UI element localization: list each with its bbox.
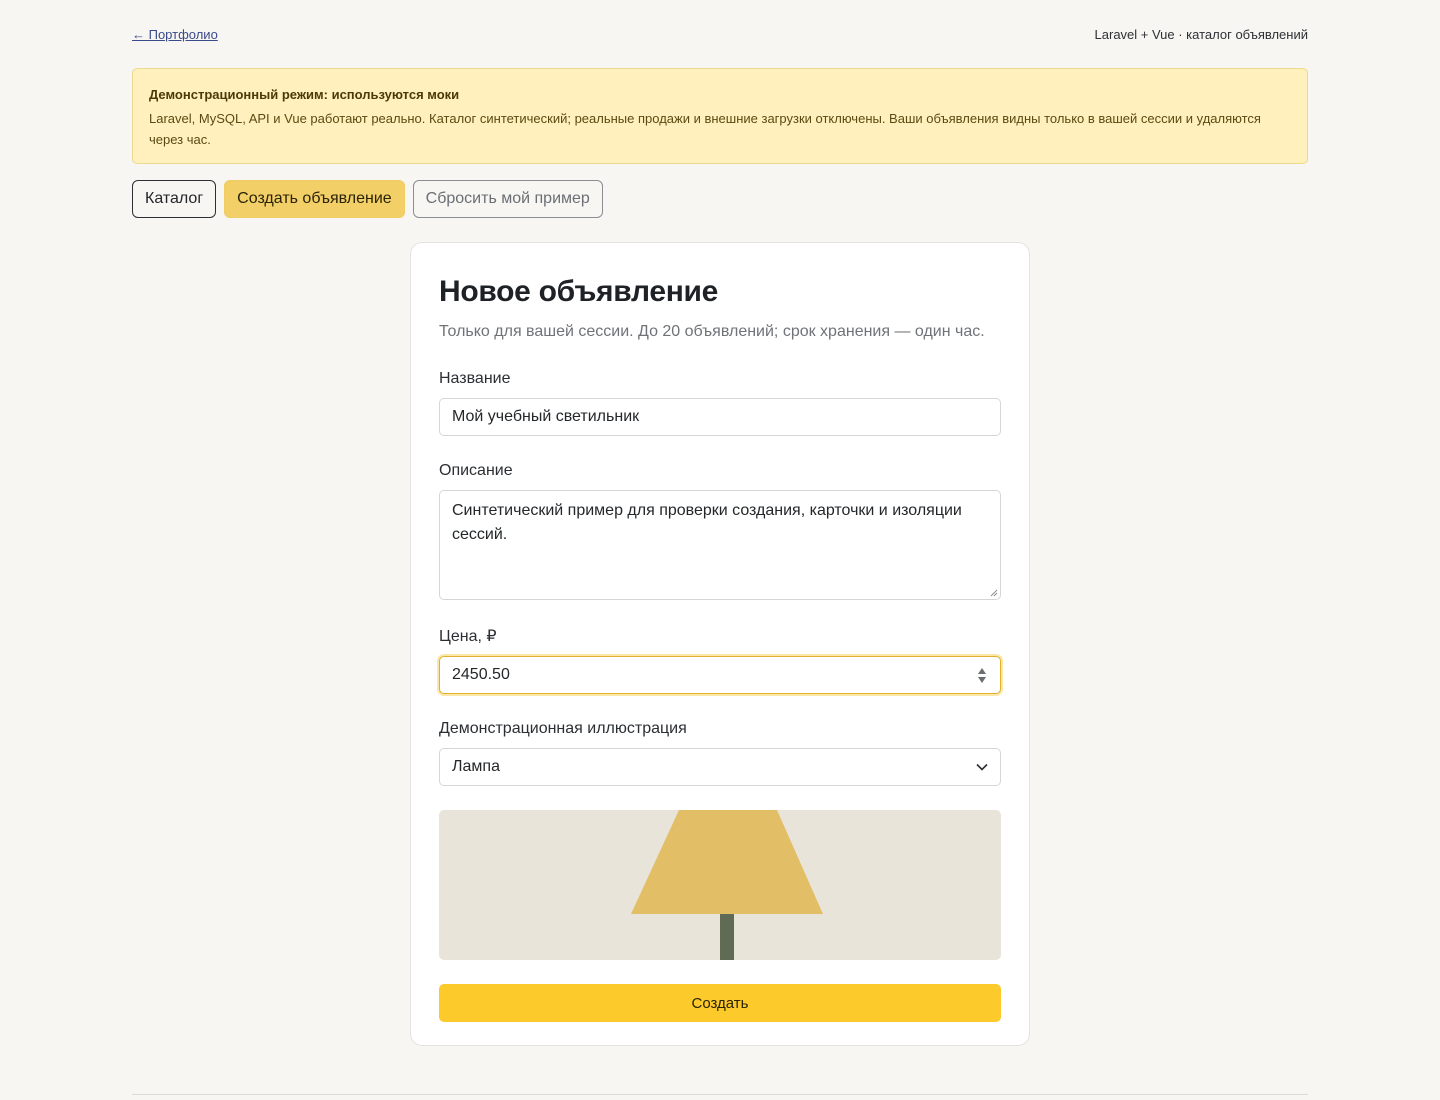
illustration-label: Демонстрационная иллюстрация [439, 720, 687, 737]
illustration-field-group: Демонстрационная иллюстрация Лампа [439, 720, 1001, 786]
app-caption: Laravel + Vue · каталог объявлений [1094, 27, 1308, 42]
banner-title: Демонстрационный режим: используются мок… [149, 87, 460, 102]
resize-grip-icon[interactable] [990, 589, 998, 597]
new-listing-card: Новое объявление Только для вашей сессии… [410, 242, 1030, 1046]
price-input[interactable]: 2450.50 [439, 656, 1001, 694]
illustration-select[interactable]: Лампа [439, 748, 1001, 786]
catalog-button[interactable]: Каталог [132, 180, 217, 218]
description-textarea[interactable]: Синтетический пример для проверки создан… [439, 490, 1001, 600]
name-input-value: Мой учебный светильник [452, 408, 640, 425]
illustration-select-value: Лампа [452, 758, 500, 775]
page-subtitle: Только для вашей сессии. До 20 объявлени… [439, 323, 985, 340]
number-spinner-icon[interactable] [978, 667, 986, 683]
create-submit-button[interactable]: Создать [439, 984, 1001, 1022]
name-input[interactable]: Мой учебный светильник [439, 398, 1001, 436]
description-label: Описание [439, 462, 513, 479]
description-field-group: Описание Синтетический пример для провер… [439, 462, 1001, 600]
create-listing-button[interactable]: Создать объявление [224, 180, 405, 218]
description-textarea-value: Синтетический пример для проверки создан… [452, 502, 962, 543]
demo-mode-banner: Демонстрационный режим: используются мок… [132, 68, 1308, 164]
reset-example-button[interactable]: Сбросить мой пример [412, 180, 603, 218]
lamp-illustration [439, 810, 1001, 960]
lamp-icon [631, 810, 823, 960]
portfolio-back-link[interactable]: ← Портфолио [132, 27, 218, 42]
spinner-up-icon[interactable] [978, 667, 986, 674]
name-field-group: Название Мой учебный светильник [439, 370, 1001, 436]
lamp-stem [720, 914, 734, 960]
spinner-down-icon[interactable] [978, 676, 986, 683]
page: ← Портфолио Laravel + Vue · каталог объя… [132, 0, 1308, 1095]
main-nav: Каталог Создать объявление Сбросить мой … [132, 180, 1308, 218]
price-label: Цена, ₽ [439, 628, 497, 645]
topbar: ← Портфолио Laravel + Vue · каталог объя… [132, 0, 1308, 68]
page-title: Новое объявление [439, 275, 719, 308]
footer-divider [132, 1094, 1308, 1095]
lamp-shade [631, 810, 823, 914]
banner-text: Laravel, MySQL, API и Vue работают реаль… [149, 111, 1261, 147]
chevron-down-icon [976, 763, 988, 771]
price-input-value: 2450.50 [452, 666, 510, 683]
price-field-group: Цена, ₽ 2450.50 [439, 626, 1001, 694]
name-label: Название [439, 370, 511, 387]
